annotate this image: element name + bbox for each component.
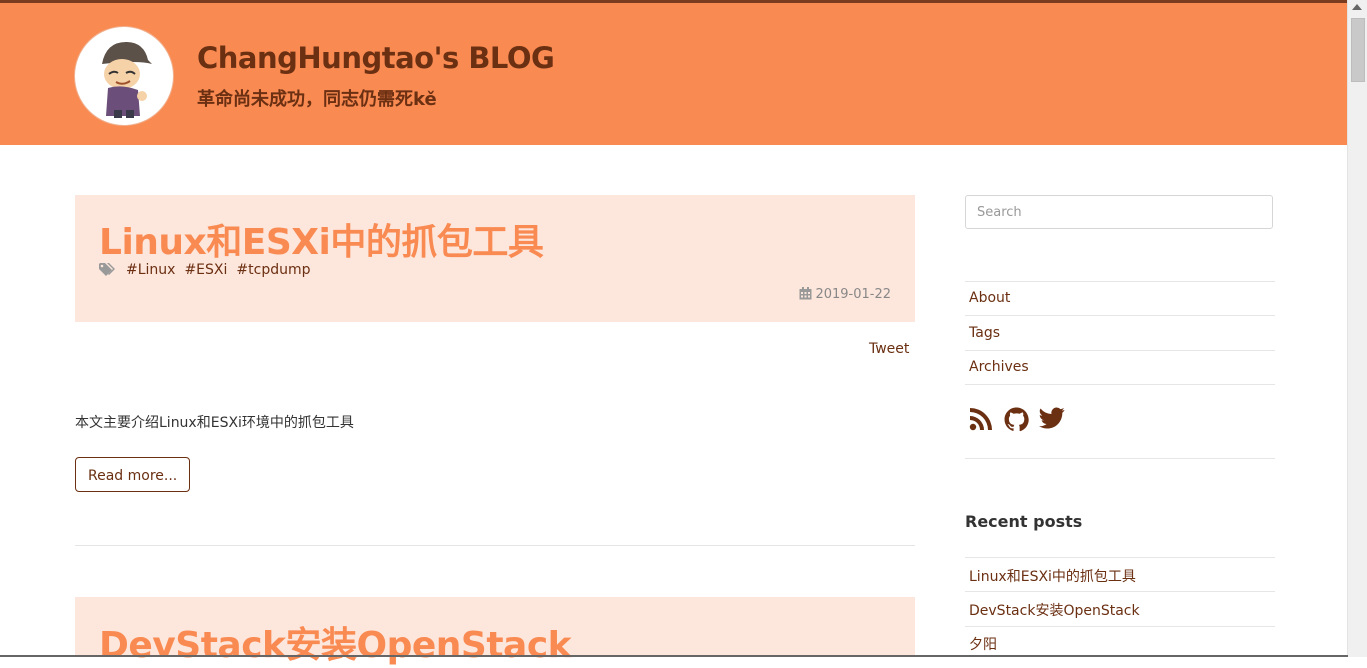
search-input[interactable] <box>965 195 1273 229</box>
sidebar-divider <box>965 458 1275 459</box>
recent-divider <box>965 557 1275 558</box>
post-date: 2019-01-22 <box>799 287 891 302</box>
tags-icon <box>99 263 116 280</box>
calendar-icon <box>799 287 812 300</box>
post-divider <box>75 545 915 546</box>
recent-posts-heading: Recent posts <box>965 512 1083 531</box>
github-icon[interactable] <box>1004 407 1029 436</box>
tag-link[interactable]: #ESXi <box>184 262 227 278</box>
nav-divider <box>965 384 1275 385</box>
site-title[interactable]: ChangHungtao's BLOG <box>197 41 555 75</box>
nav-link-tags[interactable]: Tags <box>969 325 1000 341</box>
site-header: ChangHungtao's BLOG 革命尚未成功，同志仍需死kě <box>0 3 1348 145</box>
site-subtitle: 革命尚未成功，同志仍需死kě <box>197 89 437 110</box>
nav-divider <box>965 281 1275 282</box>
nav-divider <box>965 350 1275 351</box>
tag-link[interactable]: #tcpdump <box>236 262 310 278</box>
twitter-icon[interactable] <box>1039 407 1065 435</box>
scrollbar[interactable] <box>1347 0 1367 657</box>
recent-post-link[interactable]: DevStack安装OpenStack <box>969 600 1140 620</box>
post-date-text: 2019-01-22 <box>815 287 891 302</box>
tweet-button[interactable]: Tweet <box>869 341 909 357</box>
recent-divider <box>965 626 1275 627</box>
scroll-up-arrow-icon[interactable] <box>1352 4 1362 10</box>
recent-post-link[interactable]: 夕阳 <box>969 634 997 654</box>
post-title[interactable]: DevStack安装OpenStack <box>99 616 572 668</box>
nav-divider <box>965 315 1275 316</box>
scrollbar-thumb[interactable] <box>1351 18 1365 82</box>
nav-link-about[interactable]: About <box>969 290 1010 306</box>
post-title[interactable]: Linux和ESXi中的抓包工具 <box>99 213 544 265</box>
recent-divider <box>965 591 1275 592</box>
post-header: DevStack安装OpenStack <box>75 597 915 666</box>
recent-post-link[interactable]: Linux和ESXi中的抓包工具 <box>969 566 1136 586</box>
avatar[interactable] <box>75 27 173 125</box>
nav-link-archives[interactable]: Archives <box>969 359 1029 375</box>
read-more-button[interactable]: Read more... <box>75 457 191 492</box>
post-header: Linux和ESXi中的抓包工具 #Linux #ESXi #tcpdump 201… <box>75 195 915 322</box>
post-excerpt: 本文主要介绍Linux和ESXi环境中的抓包工具 <box>75 415 354 431</box>
tag-link[interactable]: #Linux <box>126 262 175 278</box>
post-tags: #Linux #ESXi #tcpdump <box>99 262 320 280</box>
rss-icon[interactable] <box>969 407 993 435</box>
